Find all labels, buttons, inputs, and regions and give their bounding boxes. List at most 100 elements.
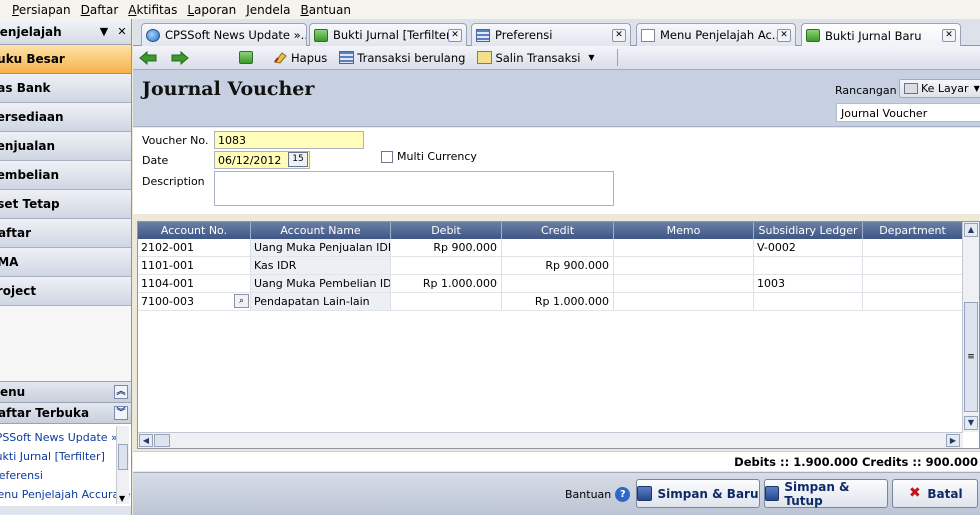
column-header[interactable]: Memo xyxy=(614,222,754,239)
column-header[interactable]: Credit xyxy=(502,222,614,239)
scroll-down-icon[interactable]: ▼ xyxy=(964,416,978,430)
table-row[interactable]: 7100-003 ⌕ Pendapatan Lain-lain Rp 1.000… xyxy=(138,293,979,311)
cancel-button[interactable]: ✖ Batal xyxy=(892,479,978,508)
list-item[interactable]: CPSSoft News Update »... xyxy=(0,428,131,447)
multi-currency-checkbox[interactable]: Multi Currency xyxy=(381,150,477,163)
memo-cell[interactable] xyxy=(614,257,754,274)
dropdown-arrow-icon[interactable]: ▼ xyxy=(974,84,980,93)
sidebar-scrollbar[interactable]: ▼ xyxy=(116,426,129,504)
scroll-left-icon[interactable]: ◀ xyxy=(139,434,153,447)
tab-preferensi[interactable]: Preferensi ✕ xyxy=(471,23,631,46)
debit-cell[interactable] xyxy=(391,257,502,274)
journal-icon[interactable] xyxy=(239,51,253,64)
department-cell[interactable] xyxy=(863,275,963,292)
credit-cell[interactable] xyxy=(502,275,614,292)
chevron-up-icon[interactable]: ︽ xyxy=(114,385,128,399)
list-item[interactable]: Bukti Jurnal [Terfilter] xyxy=(0,447,131,466)
close-icon[interactable]: ✕ xyxy=(113,25,131,38)
column-header[interactable]: Debit xyxy=(391,222,502,239)
menu-bantuan[interactable]: Bantuan xyxy=(300,3,350,17)
save-and-close-button[interactable]: Simpan & Tutup xyxy=(764,479,888,508)
arrow-right-icon[interactable] xyxy=(171,50,189,65)
tab-bukti-jurnal-terfilter[interactable]: Bukti Jurnal [Terfilter] ✕ xyxy=(309,23,467,46)
sidebar-item-aset-tetap[interactable]: Aset Tetap xyxy=(0,190,131,219)
chevron-down-icon[interactable]: ︾ xyxy=(114,406,128,420)
scroll-thumb[interactable] xyxy=(118,444,128,470)
department-cell[interactable] xyxy=(863,293,963,310)
sidebar-item-persediaan[interactable]: Persediaan xyxy=(0,103,131,132)
account-no-cell[interactable]: 7100-003 ⌕ xyxy=(138,293,251,310)
sidebar-item-penjualan[interactable]: Penjualan xyxy=(0,132,131,161)
menu-laporan[interactable]: Laporan xyxy=(187,3,236,17)
subsidiary-cell[interactable] xyxy=(754,293,863,310)
voucher-no-field[interactable]: 1083 xyxy=(214,131,364,149)
grid-vertical-scrollbar[interactable]: ▲ ≡ ▼ xyxy=(962,222,979,432)
sidebar-section-open-list[interactable]: Daftar Terbuka ︾ xyxy=(0,403,131,424)
subsidiary-cell[interactable]: 1003 xyxy=(754,275,863,292)
close-icon[interactable]: ✕ xyxy=(777,28,791,42)
credit-cell[interactable]: Rp 900.000 xyxy=(502,257,614,274)
table-row[interactable]: 1104-001 Uang Muka Pembelian IDR Rp 1.00… xyxy=(138,275,979,293)
delete-button[interactable]: Hapus xyxy=(273,51,327,65)
dropdown-arrow-icon[interactable]: ▼ xyxy=(95,25,113,38)
scroll-right-icon[interactable]: ▶ xyxy=(946,434,960,447)
arrow-left-icon[interactable] xyxy=(139,50,157,65)
memo-cell[interactable] xyxy=(614,293,754,310)
help-icon[interactable]: ? xyxy=(615,487,631,502)
account-no-cell[interactable]: 1101-001 xyxy=(138,257,251,274)
credit-cell[interactable] xyxy=(502,239,614,256)
close-icon[interactable]: ✕ xyxy=(612,28,626,42)
sidebar-item-project[interactable]: Project xyxy=(0,277,131,306)
menu-daftar[interactable]: Daftar xyxy=(81,3,119,17)
checkbox-icon[interactable] xyxy=(381,150,393,163)
scroll-thumb[interactable]: ≡ xyxy=(964,302,978,412)
design-select[interactable]: Journal Voucher xyxy=(836,103,980,122)
print-to-screen-button[interactable]: Ke Layar ▼ xyxy=(899,79,980,98)
tab-bukti-jurnal-baru[interactable]: Bukti Jurnal Baru ✕ xyxy=(801,23,961,47)
tab-menu-penjelajah[interactable]: Menu Penjelajah Ac... ✕ xyxy=(636,23,796,46)
sidebar-item-kas-bank[interactable]: Kas Bank xyxy=(0,74,131,103)
menu-jendela[interactable]: Jendela xyxy=(246,3,290,17)
sidebar-section-menu[interactable]: Menu ︽ xyxy=(0,382,131,403)
column-header[interactable]: Account Name xyxy=(251,222,391,239)
account-no-cell[interactable]: 2102-001 xyxy=(138,239,251,256)
sidebar-item-daftar[interactable]: Daftar xyxy=(0,219,131,248)
column-header[interactable]: Subsidiary Ledger xyxy=(754,222,863,239)
menu-persiapan[interactable]: Persiapan xyxy=(12,3,71,17)
copy-transaction-button[interactable]: Salin Transaksi ▼ xyxy=(477,51,595,65)
memo-cell[interactable] xyxy=(614,239,754,256)
subsidiary-cell[interactable]: V-0002 xyxy=(754,239,863,256)
account-no-cell[interactable]: 1104-001 xyxy=(138,275,251,292)
close-icon[interactable]: ✕ xyxy=(942,29,956,42)
memo-cell[interactable] xyxy=(614,275,754,292)
search-icon[interactable]: ⌕ xyxy=(234,294,249,308)
scroll-up-icon[interactable]: ▲ xyxy=(964,223,978,237)
debit-cell[interactable]: Rp 1.000.000 xyxy=(391,275,502,292)
scroll-thumb[interactable] xyxy=(154,434,170,447)
debit-cell[interactable] xyxy=(391,293,502,310)
table-row[interactable]: 1101-001 Kas IDR Rp 900.000 xyxy=(138,257,979,275)
credit-cell[interactable]: Rp 1.000.000 xyxy=(502,293,614,310)
column-header[interactable]: Department xyxy=(863,222,963,239)
menu-aktifitas[interactable]: Aktifitas xyxy=(128,3,177,17)
debit-cell[interactable]: Rp 900.000 xyxy=(391,239,502,256)
department-cell[interactable] xyxy=(863,239,963,256)
table-row[interactable]: 2102-001 Uang Muka Penjualan IDR Rp 900.… xyxy=(138,239,979,257)
list-item[interactable]: Preferensi xyxy=(0,466,131,485)
calendar-icon[interactable]: 15 xyxy=(288,152,308,167)
tab-news-update[interactable]: CPSSoft News Update »... xyxy=(141,23,307,46)
help-link[interactable]: Bantuan ? xyxy=(565,487,631,502)
dropdown-arrow-icon[interactable]: ▼ xyxy=(588,53,594,62)
scroll-down-icon[interactable]: ▼ xyxy=(119,494,125,503)
subsidiary-cell[interactable] xyxy=(754,257,863,274)
sidebar-item-buku-besar[interactable]: Buku Besar xyxy=(0,45,131,74)
recurring-transaction-button[interactable]: Transaksi berulang xyxy=(339,51,465,65)
list-item[interactable]: Menu Penjelajah Accurate xyxy=(0,485,131,504)
save-and-new-button[interactable]: Simpan & Baru xyxy=(636,479,760,508)
description-field[interactable] xyxy=(214,171,614,206)
sidebar-item-pembelian[interactable]: Pembelian xyxy=(0,161,131,190)
sidebar-item-rma[interactable]: RMA xyxy=(0,248,131,277)
department-cell[interactable] xyxy=(863,257,963,274)
column-header[interactable]: Account No. xyxy=(138,222,251,239)
close-icon[interactable]: ✕ xyxy=(448,28,462,42)
